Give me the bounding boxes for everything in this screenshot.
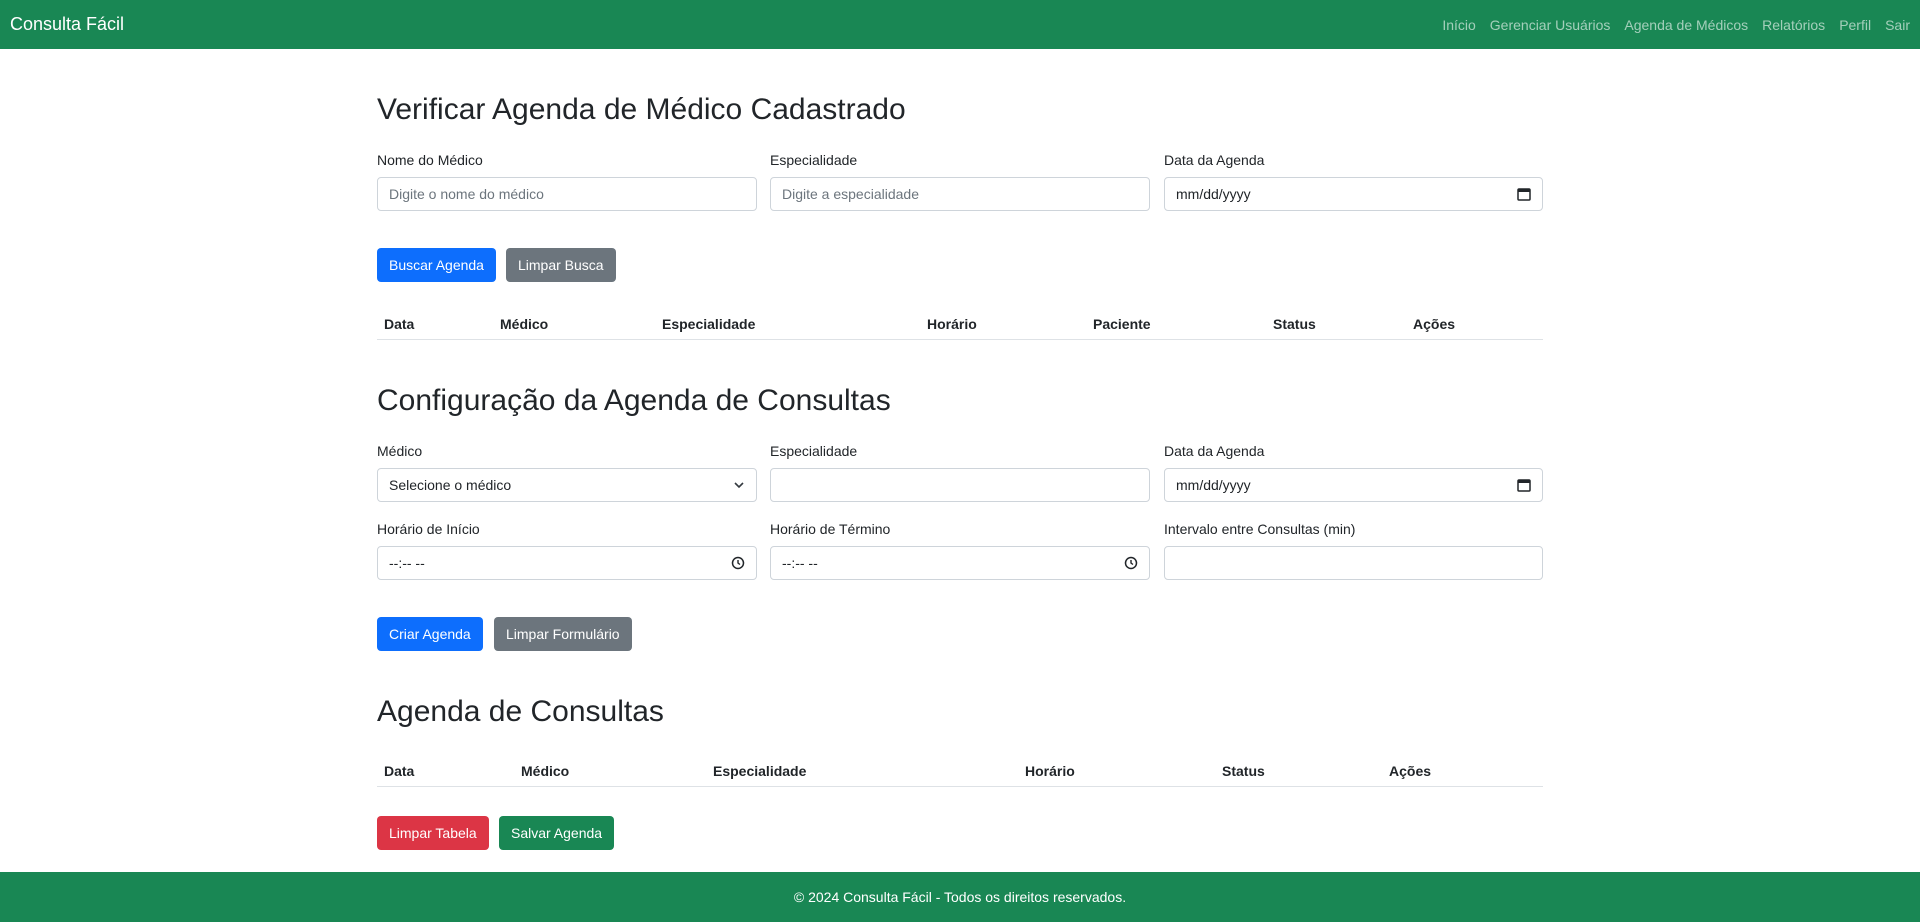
start-time-label: Horário de Início [377, 521, 480, 537]
interval-label: Intervalo entre Consultas (min) [1164, 521, 1356, 537]
search-schedule-button[interactable]: Buscar Agenda [377, 248, 496, 282]
schedule-table-header: Data Médico Especialidade Horário Status… [377, 755, 1543, 787]
search-date-input[interactable]: mm/dd/yyyy [1164, 177, 1543, 211]
search-section-title: Verificar Agenda de Médico Cadastrado [377, 93, 906, 126]
footer: © 2024 Consulta Fácil - Todos os direito… [0, 872, 1920, 922]
clear-table-button[interactable]: Limpar Tabela [377, 816, 489, 850]
create-schedule-button[interactable]: Criar Agenda [377, 617, 483, 651]
config-specialty-input[interactable] [770, 468, 1150, 502]
nav-link-agenda-medicos[interactable]: Agenda de Médicos [1624, 17, 1748, 33]
th-horario: Horário [927, 316, 977, 332]
search-results-table-header: Data Médico Especialidade Horário Pacien… [377, 308, 1543, 340]
footer-copyright: © 2024 Consulta Fácil - Todos os direito… [793, 889, 1127, 905]
doctor-select-label: Médico [377, 443, 423, 459]
doctor-name-input[interactable]: Digite o nome do médico [377, 177, 757, 211]
schedule-section-title: Agenda de Consultas [377, 695, 664, 728]
calendar-icon[interactable] [1517, 187, 1531, 201]
th-status: Status [1222, 763, 1265, 779]
chevron-down-icon [733, 479, 745, 491]
calendar-icon[interactable] [1517, 478, 1531, 492]
th-data: Data [384, 763, 415, 779]
main-container: Verificar Agenda de Médico Cadastrado No… [377, 0, 1543, 872]
interval-input[interactable] [1164, 546, 1543, 580]
save-schedule-button[interactable]: Salvar Agenda [499, 816, 615, 850]
th-medico: Médico [500, 316, 549, 332]
clock-icon[interactable] [731, 556, 745, 570]
doctor-select[interactable]: Selecione o médico [377, 468, 757, 502]
specialty-input[interactable]: Digite a especialidade [770, 177, 1150, 211]
th-paciente: Paciente [1093, 316, 1151, 332]
th-data: Data [384, 316, 415, 332]
th-especialidade: Especialidade [713, 763, 807, 779]
th-acoes: Ações [1413, 316, 1456, 332]
th-acoes: Ações [1389, 763, 1432, 779]
nav-link-sair[interactable]: Sair [1885, 17, 1910, 33]
config-date-input[interactable]: mm/dd/yyyy [1164, 468, 1543, 502]
config-date-label: Data da Agenda [1164, 443, 1265, 459]
end-time-label: Horário de Término [770, 521, 891, 537]
doctor-name-label: Nome do Médico [377, 152, 483, 168]
config-section-title: Configuração da Agenda de Consultas [377, 384, 891, 417]
nav-link-perfil[interactable]: Perfil [1839, 17, 1871, 33]
config-specialty-label: Especialidade [770, 443, 858, 459]
clear-form-button[interactable]: Limpar Formulário [494, 617, 632, 651]
th-horario: Horário [1025, 763, 1075, 779]
start-time-input[interactable]: --:-- -- [377, 546, 757, 580]
th-medico: Médico [521, 763, 570, 779]
brand-logo-text[interactable]: Consulta Fácil [10, 14, 124, 35]
nav-link-relatorios[interactable]: Relatórios [1762, 17, 1825, 33]
end-time-input[interactable]: --:-- -- [770, 546, 1150, 580]
clock-icon[interactable] [1124, 556, 1138, 570]
specialty-label: Especialidade [770, 152, 858, 168]
clear-search-button[interactable]: Limpar Busca [506, 248, 616, 282]
th-especialidade: Especialidade [662, 316, 756, 332]
search-date-label: Data da Agenda [1164, 152, 1265, 168]
th-status: Status [1273, 316, 1316, 332]
